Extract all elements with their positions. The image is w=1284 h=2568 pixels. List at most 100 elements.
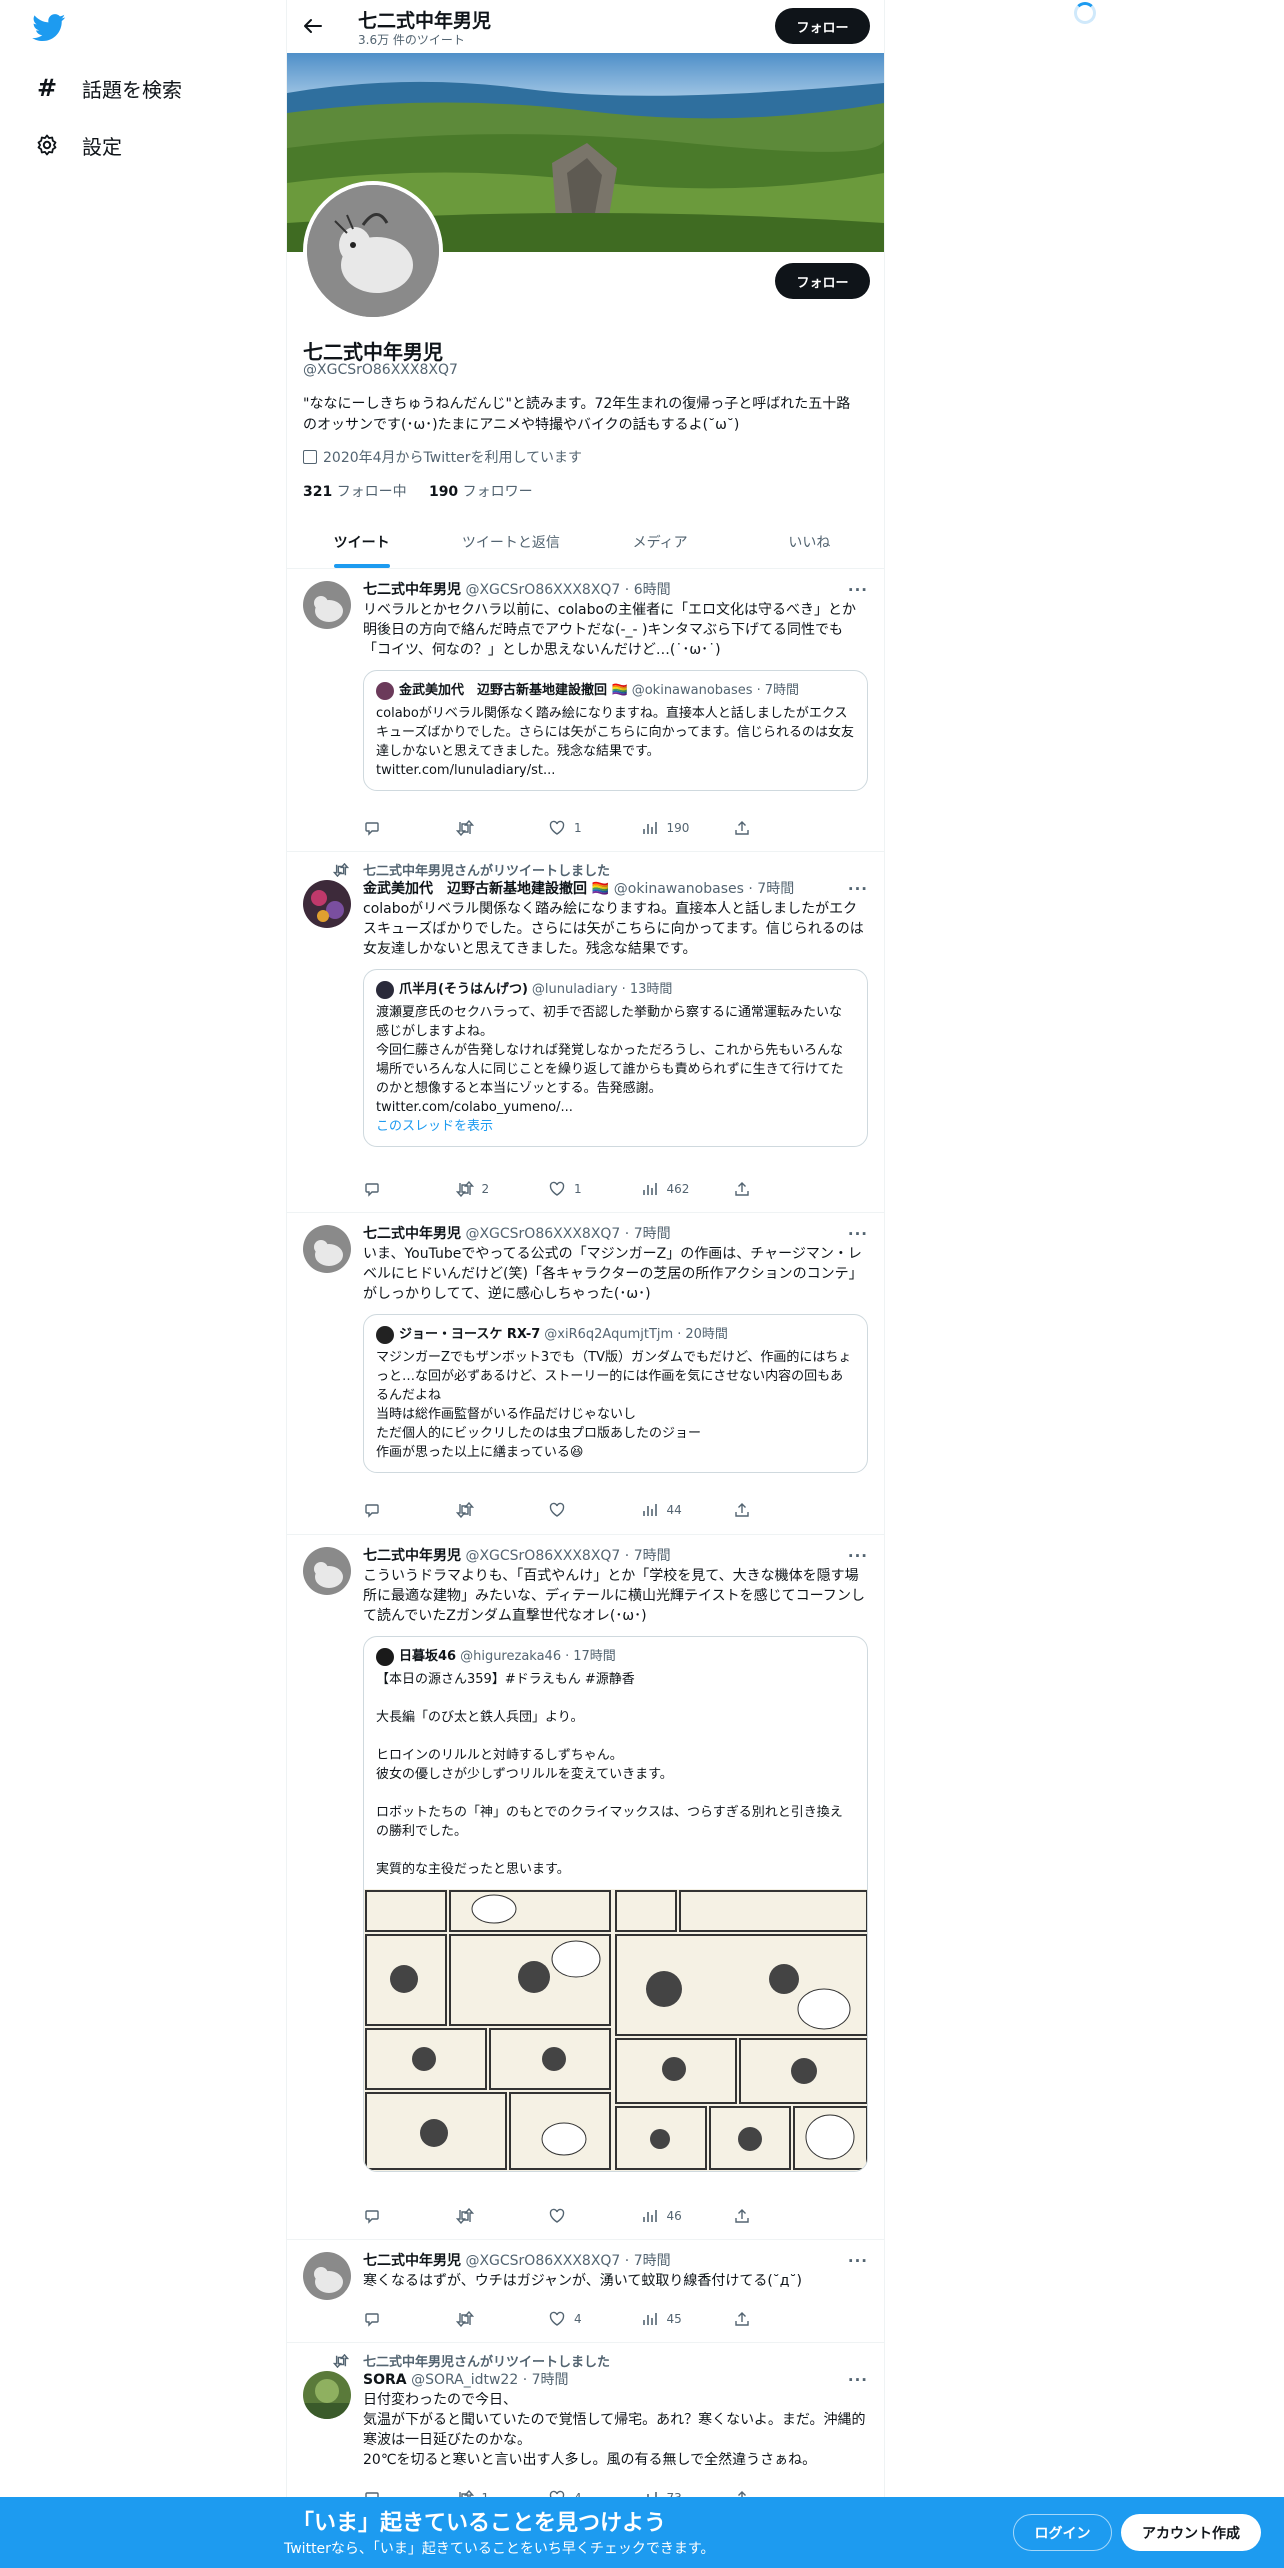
reply-button[interactable] <box>363 1501 413 1519</box>
like-button[interactable] <box>548 1501 598 1519</box>
like-button[interactable] <box>548 2207 598 2225</box>
manga-image[interactable] <box>364 1889 867 2171</box>
following-count: 321 <box>303 484 333 500</box>
tab-media[interactable]: メディア <box>586 516 735 568</box>
retweet-button[interactable] <box>455 819 506 837</box>
retweet-button[interactable] <box>455 2207 506 2225</box>
signup-button[interactable]: アカウント作成 <box>1121 2514 1261 2551</box>
reply-icon <box>363 2310 381 2328</box>
tweet[interactable]: ··· 七二式中年男児 @XGCSrO86XXX8XQ7 · 7時間 寒くなるは… <box>287 2240 884 2343</box>
tab-tweets-replies[interactable]: ツイートと返信 <box>436 516 585 568</box>
tweet-author-name[interactable]: 七二式中年男児 <box>363 1226 461 1242</box>
gear-icon <box>34 132 60 158</box>
retweet-button[interactable] <box>455 2310 506 2328</box>
tweet-author-name[interactable]: 金武美加代 辺野古新基地建設撤回 🏳️‍🌈 <box>363 881 609 897</box>
following-link[interactable]: 321 フォロー中 <box>303 484 407 500</box>
tweet-header: 七二式中年男児 @XGCSrO86XXX8XQ7 · 6時間 <box>363 582 671 598</box>
retweet-button[interactable] <box>455 1501 506 1519</box>
reply-button[interactable] <box>363 2310 413 2328</box>
like-button[interactable]: 4 <box>548 2310 598 2328</box>
retweet-icon <box>455 2310 474 2328</box>
views-button[interactable]: 46 <box>641 2207 691 2225</box>
quote-link[interactable]: twitter.com/colabo_yumeno/... <box>376 1098 855 1117</box>
tweet-time[interactable]: 7時間 <box>634 2253 671 2269</box>
tweet-avatar[interactable] <box>303 1547 351 1595</box>
twitter-logo-icon[interactable] <box>32 14 66 42</box>
nav-explore[interactable]: # 話題を検索 <box>34 68 182 108</box>
reply-icon <box>363 1180 381 1198</box>
tweet-avatar[interactable] <box>303 2252 351 2300</box>
tweet-avatar[interactable] <box>303 581 351 629</box>
tweet-author-name[interactable]: 七二式中年男児 <box>363 2253 461 2269</box>
tab-likes[interactable]: いいね <box>735 516 884 568</box>
views-button[interactable]: 45 <box>641 2310 691 2328</box>
tab-tweets[interactable]: ツイート <box>287 516 436 568</box>
quote-link[interactable]: twitter.com/lunuladiary/st... <box>376 761 855 780</box>
share-button[interactable] <box>733 2310 783 2328</box>
login-button[interactable]: ログイン <box>1013 2514 1112 2551</box>
reply-icon <box>363 2207 381 2225</box>
views-icon <box>641 2310 659 2328</box>
tweet[interactable]: ··· 七二式中年男児 @XGCSrO86XXX8XQ7 · 7時間 いま、Yo… <box>287 1213 884 1535</box>
quote-author-name: 爪半月(そうはんげつ) <box>399 982 528 997</box>
tweet-time[interactable]: 7時間 <box>532 2372 569 2388</box>
tweet-time[interactable]: 6時間 <box>634 582 671 598</box>
quoted-tweet[interactable]: 日暮坂46 @higurezaka46 · 17時間 【本日の源さん359】#ドラえも… <box>363 1636 868 2172</box>
tweet-time[interactable]: 7時間 <box>757 881 794 897</box>
reply-button[interactable] <box>363 2207 413 2225</box>
tweet-time[interactable]: 7時間 <box>634 1226 671 1242</box>
tweet-author-name[interactable]: SORA <box>363 2372 407 2388</box>
tweet-avatar[interactable] <box>303 2371 351 2419</box>
views-button[interactable]: 44 <box>641 1501 691 1519</box>
tweet-author-handle[interactable]: @XGCSrO86XXX8XQ7 <box>465 2253 620 2269</box>
view-count: 46 <box>666 2209 682 2223</box>
header-title: 七二式中年男児 <box>358 10 492 32</box>
quote-text: マジンガーZでもザンボット3でも（TV版）ガンダムでもだけど、作画的にはちょっと… <box>376 1350 852 1460</box>
tweet-author-name[interactable]: 七二式中年男児 <box>363 1548 461 1564</box>
tweet-author-handle[interactable]: @XGCSrO86XXX8XQ7 <box>465 1226 620 1242</box>
profile-stats: 321 フォロー中 190 フォロワー <box>303 481 533 501</box>
quote-author-handle: @lunuladiary <box>531 982 618 997</box>
tweet[interactable]: ··· 七二式中年男児 @XGCSrO86XXX8XQ7 · 7時間 こういうド… <box>287 1535 884 2240</box>
retweet-label: 七二式中年男児さんがリツイートしました <box>332 2351 610 2370</box>
share-button[interactable] <box>733 1501 783 1519</box>
reply-button[interactable] <box>363 819 413 837</box>
tweet-avatar[interactable] <box>303 880 351 928</box>
tweet-time[interactable]: 7時間 <box>634 1548 671 1564</box>
views-button[interactable]: 190 <box>641 819 691 837</box>
share-button[interactable] <box>733 819 783 837</box>
quoted-tweet[interactable]: 爪半月(そうはんげつ) @lunuladiary · 13時間 渡瀬夏彦氏のセクハラっ… <box>363 969 868 1147</box>
views-button[interactable]: 462 <box>641 1180 691 1198</box>
tweet-author-handle[interactable]: @okinawanobases <box>614 881 744 897</box>
profile-joined-text: 2020年4月からTwitterを利用しています <box>323 450 583 466</box>
heart-icon <box>548 2207 566 2225</box>
tweet-author-handle[interactable]: @SORA_idtw22 <box>411 2372 518 2388</box>
back-arrow-icon[interactable] <box>301 14 325 38</box>
share-button[interactable] <box>733 1180 783 1198</box>
quote-author-name: ジョー・ヨースケ RX-7 <box>399 1327 541 1342</box>
quote-text: 【本日の源さん359】#ドラえもん #源静香 大長編「のび太と鉄人兵団」より。 … <box>376 1672 843 1877</box>
like-button[interactable]: 1 <box>548 1180 598 1198</box>
show-thread-link[interactable]: このスレッドを表示 <box>376 1117 855 1136</box>
tweet-avatar[interactable] <box>303 1225 351 1273</box>
profile-joined: 2020年4月からTwitterを利用しています <box>303 447 582 467</box>
tweet-author-name[interactable]: 七二式中年男児 <box>363 582 461 598</box>
loading-spinner-icon <box>1074 2 1096 24</box>
tweet-author-handle[interactable]: @XGCSrO86XXX8XQ7 <box>465 1548 620 1564</box>
reply-button[interactable] <box>363 1180 413 1198</box>
profile-follow-button[interactable]: フォロー <box>775 263 870 299</box>
tweet[interactable]: 七二式中年男児さんがリツイートしました ··· 金武美加代 辺野古新基地建設撤回… <box>287 852 884 1213</box>
tweet-author-handle[interactable]: @XGCSrO86XXX8XQ7 <box>465 582 620 598</box>
retweet-button[interactable]: 2 <box>455 1180 506 1198</box>
tweet[interactable]: ··· 七二式中年男児 @XGCSrO86XXX8XQ7 · 6時間 リベラルと… <box>287 569 884 852</box>
quoted-tweet[interactable]: 金武美加代 辺野古新基地建設撤回 🏳️‍🌈 @okinawanobases · 7時間… <box>363 670 868 791</box>
followers-link[interactable]: 190 フォロワー <box>429 484 533 500</box>
share-button[interactable] <box>733 2207 783 2225</box>
quote-avatar <box>376 1325 394 1344</box>
profile-avatar[interactable] <box>303 181 443 321</box>
quoted-tweet[interactable]: ジョー・ヨースケ RX-7 @xiR6q2AqumjtTjm · 20時間 マジンガー… <box>363 1314 868 1473</box>
like-button[interactable]: 1 <box>548 819 598 837</box>
nav-settings[interactable]: 設定 <box>34 125 122 165</box>
tweet-text: 日付変わったので今日、 気温が下がると聞いていたので覚悟して帰宅。あれ？寒くない… <box>363 2392 866 2468</box>
header-follow-button[interactable]: フォロー <box>775 8 870 44</box>
